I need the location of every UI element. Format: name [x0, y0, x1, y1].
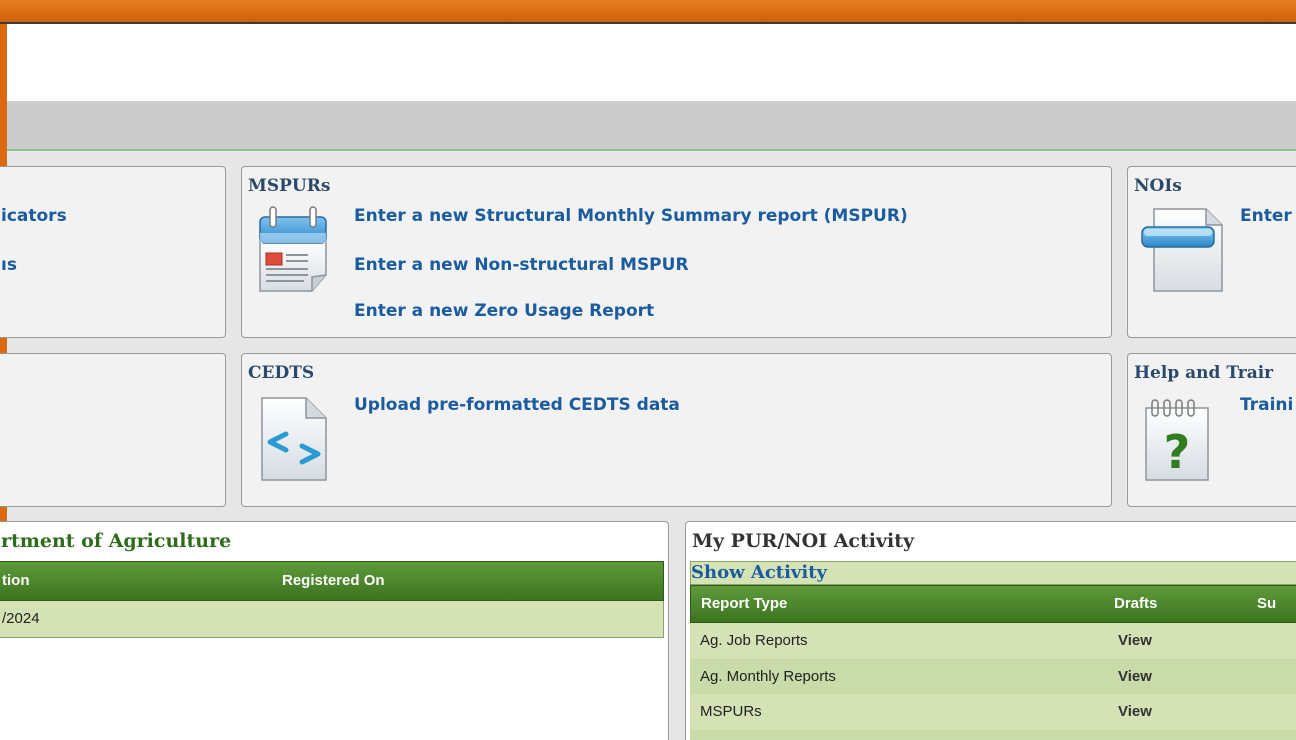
activity-panel: My PUR/NOI Activity Show Activity Report… — [685, 521, 1296, 740]
left-link-1[interactable]: icators — [1, 206, 67, 226]
column-header-location[interactable]: tion — [2, 562, 30, 600]
table-row: Ag. Job Reports View — [690, 623, 1296, 659]
table-row: MSPURs View — [690, 694, 1296, 730]
left-bottom-panel — [0, 353, 226, 507]
activity-title: My PUR/NOI Activity — [692, 530, 915, 552]
column-header-report-type[interactable]: Report Type — [701, 586, 787, 622]
table-row: Ag. Monthly Reports View — [690, 659, 1296, 694]
training-link[interactable]: Traini — [1240, 395, 1293, 415]
help-title: Help and Trair — [1134, 363, 1274, 383]
nois-panel: NOIs Enter — [1127, 166, 1296, 338]
activity-grid-header: Report Type Drafts Su — [690, 585, 1296, 623]
nois-title: NOIs — [1134, 176, 1182, 196]
column-header-drafts[interactable]: Drafts — [1114, 586, 1157, 622]
help-notepad-icon: ? — [1142, 394, 1212, 484]
help-training-panel: Help and Trair ? Traini — [1127, 353, 1296, 507]
show-activity-link[interactable]: Show Activity — [691, 562, 827, 584]
table-row: /2024 — [0, 601, 664, 638]
registration-date-cell: /2024 — [2, 610, 40, 627]
new-zero-usage-link[interactable]: Enter a new Zero Usage Report — [354, 301, 654, 321]
top-brand-bar — [0, 0, 1296, 24]
enter-noi-link[interactable]: Enter — [1240, 206, 1292, 226]
left-top-panel: icators ıs — [0, 166, 226, 338]
calendar-document-icon — [256, 203, 330, 295]
mspurs-panel: MSPURs Enter a new Structural Monthly Su… — [241, 166, 1112, 338]
report-type-cell: MSPURs — [700, 703, 762, 720]
report-type-cell: Ag. Job Reports — [700, 632, 808, 649]
column-header-registered-on[interactable]: Registered On — [282, 562, 385, 600]
header-area — [7, 26, 1296, 101]
table-row — [690, 730, 1296, 740]
report-type-cell: Ag. Monthly Reports — [700, 668, 836, 685]
cedts-panel: CEDTS Upload pre-formatted CEDTS data — [241, 353, 1112, 507]
drafts-view-link[interactable]: View — [1118, 659, 1152, 694]
agriculture-panel: rtment of Agriculture tion Registered On… — [0, 521, 669, 740]
agriculture-grid-header: tion Registered On — [0, 561, 664, 601]
upload-cedts-link[interactable]: Upload pre-formatted CEDTS data — [354, 395, 680, 415]
column-header-submitted[interactable]: Su — [1257, 586, 1276, 622]
drafts-view-link[interactable]: View — [1118, 694, 1152, 729]
mspurs-title: MSPURs — [248, 176, 331, 196]
left-link-2[interactable]: ıs — [1, 255, 17, 275]
drafts-view-link[interactable]: View — [1118, 623, 1152, 658]
show-activity-bar[interactable]: Show Activity — [690, 561, 1296, 585]
new-structural-mspur-link[interactable]: Enter a new Structural Monthly Summary r… — [354, 206, 908, 226]
nav-bar — [7, 101, 1296, 149]
code-file-icon — [258, 394, 330, 484]
svg-text:?: ? — [1164, 425, 1191, 479]
cedts-title: CEDTS — [248, 363, 315, 383]
document-folder-icon — [1140, 203, 1224, 295]
new-nonstructural-mspur-link[interactable]: Enter a new Non-structural MSPUR — [354, 255, 689, 275]
agriculture-title: rtment of Agriculture — [1, 530, 232, 552]
